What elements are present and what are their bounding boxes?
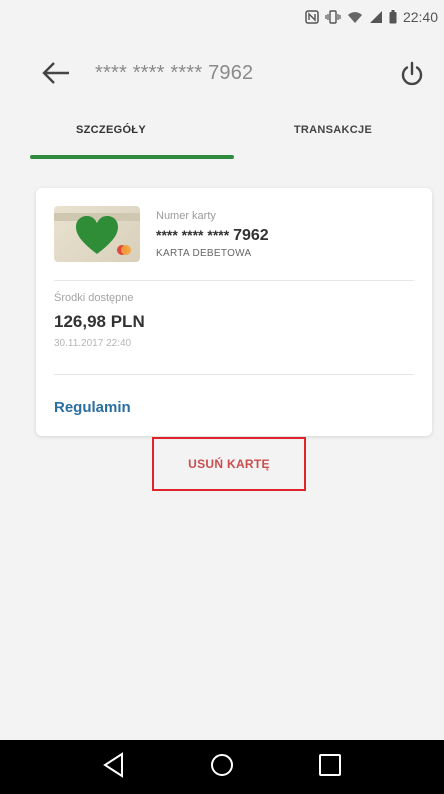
card-image (54, 206, 140, 262)
page-title: **** **** **** 7962 (95, 62, 254, 84)
nav-back-button[interactable] (94, 747, 134, 787)
balance-label: Środki dostępne (54, 292, 134, 304)
card-number-last: 7962 (233, 227, 269, 244)
active-tab-indicator (30, 155, 234, 159)
nfc-icon (305, 10, 319, 24)
power-icon (399, 61, 425, 92)
nav-home-button[interactable] (202, 747, 242, 787)
divider (54, 374, 414, 375)
wifi-icon (347, 10, 363, 24)
nav-recents-button[interactable] (310, 747, 350, 787)
vibrate-icon (325, 10, 341, 24)
balance-value: 126,98 PLN (54, 312, 145, 331)
card-number-label: Numer karty (156, 210, 216, 222)
divider (54, 280, 414, 281)
status-bar: 22:40 (0, 0, 444, 34)
signal-icon (369, 10, 383, 24)
card-network-icon (117, 245, 131, 255)
system-nav-bar (0, 740, 444, 794)
regulamin-link[interactable]: Regulamin (54, 399, 131, 416)
tab-transactions[interactable]: TRANSAKCJE (222, 118, 444, 164)
heart-logo-icon (76, 216, 118, 254)
balance-date: 30.11.2017 22:40 (54, 338, 132, 349)
card-number-masked: **** **** **** (156, 227, 230, 243)
card-type: KARTA DEBETOWA (156, 248, 252, 259)
logout-button[interactable] (392, 56, 432, 96)
triangle-back-icon (102, 751, 126, 783)
app-bar: **** **** **** 7962 (0, 34, 444, 118)
battery-icon (389, 10, 397, 24)
card-number: **** **** **** 7962 (156, 227, 269, 245)
square-recents-icon (318, 753, 342, 782)
circle-home-icon (209, 752, 235, 783)
arrow-left-icon (41, 61, 71, 90)
card-details-panel: Numer karty **** **** **** 7962 KARTA DE… (36, 188, 432, 436)
back-button[interactable] (36, 58, 76, 92)
status-time: 22:40 (402, 9, 438, 25)
remove-card-button[interactable]: USUŃ KARTĘ (152, 437, 306, 491)
